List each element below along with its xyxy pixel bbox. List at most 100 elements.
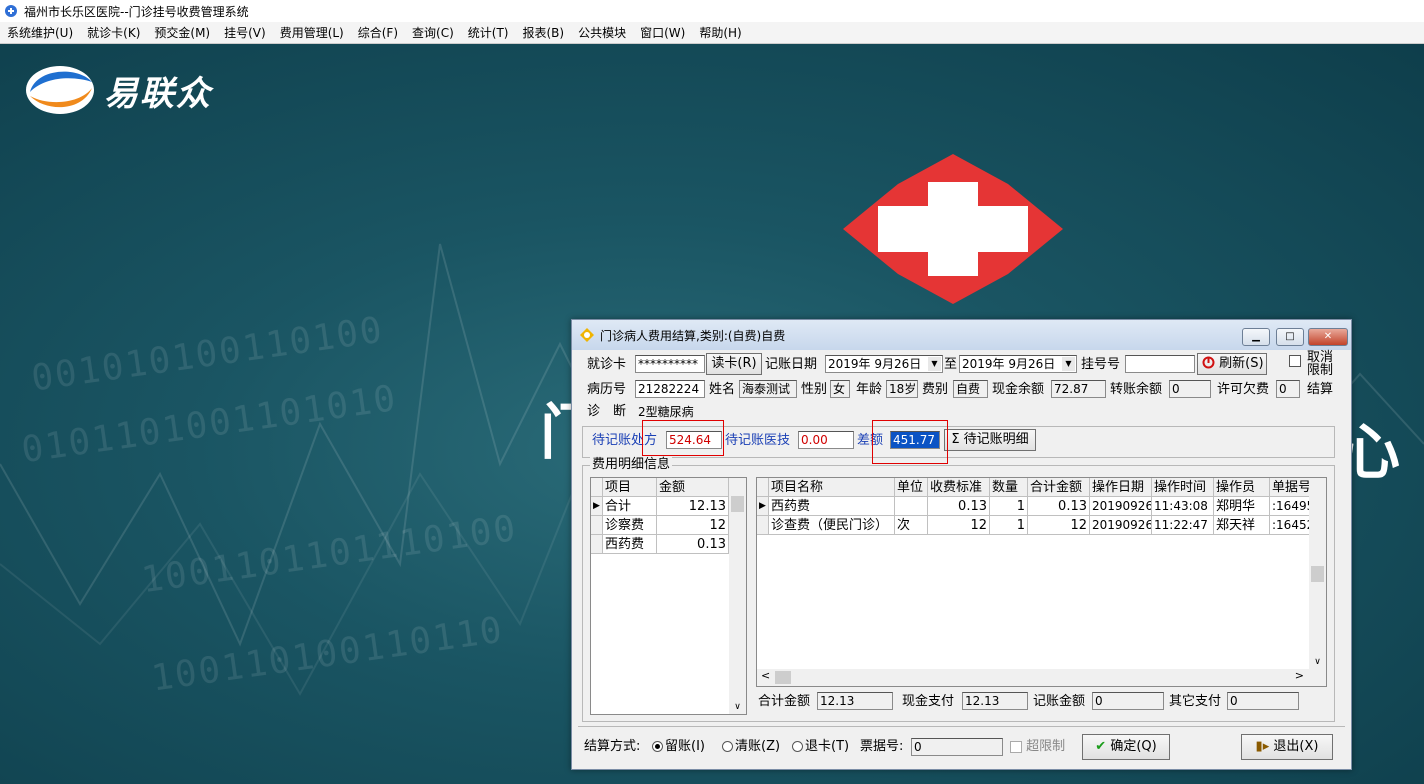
allow-owe-field: 0 [1276,380,1300,398]
chevron-down-icon[interactable]: ∨ [729,702,746,712]
cash-pay-field: 12.13 [962,692,1028,710]
menu-register[interactable]: 挂号(V) [217,24,273,41]
checkbox-icon [1010,740,1022,753]
vertical-scrollbar[interactable]: ∨ [729,478,746,714]
date-from-picker[interactable]: 2019年 9月26日 ▼ [825,355,943,373]
chevron-down-icon[interactable]: ▼ [1062,357,1075,371]
table-row[interactable]: ▶ 合计 12.13 [591,497,746,516]
menu-public[interactable]: 公共模块 [571,24,633,41]
menu-system[interactable]: 系统维护(U) [0,24,80,41]
record-no-input[interactable]: 21282224 [635,380,705,398]
dialog-icon [580,328,594,342]
chevron-down-icon[interactable]: ∨ [1309,657,1326,667]
table-cell: 11:43:08 [1152,497,1214,516]
ok-button[interactable]: ✔ 确定(Q) [1082,734,1170,760]
row-indicator [591,516,603,535]
table-cell: :16495 [1270,497,1310,516]
record-no-label: 病历号 [587,382,627,397]
date-to-value: 2019年 9月26日 [962,357,1056,371]
column-header: 单位 [895,478,928,497]
over-limit-checkbox[interactable]: 超限制 [1010,738,1065,756]
account-amount-label: 记账金额 [1033,694,1086,709]
menu-card[interactable]: 就诊卡(K) [80,24,147,41]
column-header: 金额 [657,478,729,497]
name-label: 姓名 [709,382,736,397]
refresh-button[interactable]: 刷新(S) [1197,353,1267,375]
radio-off-icon [792,741,803,752]
ok-label: 确定(Q) [1110,739,1157,754]
menu-fee[interactable]: 费用管理(L) [273,24,351,41]
window-title: 福州市长乐区医院--门诊挂号收费管理系统 [24,4,249,19]
close-icon[interactable]: ✕ [1308,328,1348,346]
date-to-picker[interactable]: 2019年 9月26日 ▼ [959,355,1077,373]
column-header: 项目 [603,478,657,497]
pending-detail-label: 待记账明细 [963,432,1029,447]
column-header: 单据号 [1270,478,1310,497]
mode-keep-radio[interactable]: 留账(I) [652,738,705,756]
window-titlebar: 福州市长乐区医院--门诊挂号收费管理系统 [0,0,1424,22]
cancel-limit-checkbox[interactable] [1289,355,1301,367]
allow-owe-label: 许可欠费 [1217,382,1270,397]
chevron-left-icon[interactable]: < [761,669,770,682]
exit-button[interactable]: ▮▸ 退出(X) [1241,734,1333,760]
vertical-scrollbar[interactable]: ∨ [1309,478,1326,669]
table-cell: 西药费 [603,535,657,554]
table-row[interactable]: 西药费 0.13 [591,535,746,554]
read-card-button[interactable]: 读卡(R) [706,353,762,375]
menu-deposit[interactable]: 预交金(M) [147,24,217,41]
table-cell: 0.13 [928,497,990,516]
current-row-icon: ▶ [757,497,769,516]
table-row[interactable]: 诊察费 12 [591,516,746,535]
refresh-icon [1202,356,1215,369]
mode-return-label: 退卡(T) [805,739,850,754]
horizontal-scrollbar[interactable]: < > [757,669,1326,686]
radio-off-icon [722,741,733,752]
minimize-icon[interactable]: ▁ [1242,328,1270,346]
table-cell: 次 [895,516,928,535]
dialog-titlebar: 门诊病人费用结算,类别:(自费)自费 ▁ □ ✕ [572,320,1351,350]
cancel-limit-label: 取消限制 [1307,350,1334,378]
chevron-right-icon[interactable]: > [1295,669,1304,682]
fee-detail-table: 项目名称 单位 收费标准 数量 合计金额 操作日期 操作时间 操作员 单据号 ▶… [756,477,1327,687]
settle-mode-label: 结算方式: [584,739,641,754]
table-cell: 11:22:47 [1152,516,1214,535]
table-cell: 西药费 [769,497,895,516]
menu-general[interactable]: 综合(F) [351,24,405,41]
date-label: 记账日期 [765,357,818,372]
maximize-icon[interactable]: □ [1276,328,1304,346]
menu-help[interactable]: 帮助(H) [692,24,748,41]
menu-query[interactable]: 查询(C) [405,24,461,41]
column-header: 数量 [990,478,1028,497]
column-header: 操作员 [1214,478,1270,497]
divider [578,726,1345,727]
menu-bar: 系统维护(U) 就诊卡(K) 预交金(M) 挂号(V) 费用管理(L) 综合(F… [0,22,1424,44]
diagnosis-field: 2型糖尿病 [635,403,1263,421]
scroll-thumb[interactable] [731,496,744,512]
card-input[interactable]: ********** [635,355,705,373]
table-cell [895,497,928,516]
gender-field: 女 [830,380,850,398]
pending-tech-field: 0.00 [798,431,854,449]
table-row[interactable]: 诊查费（便民门诊） 次 12 1 12 20190926 11:22:47 郑天… [757,516,1326,535]
chevron-down-icon[interactable]: ▼ [928,357,941,371]
mode-return-radio[interactable]: 退卡(T) [792,738,849,756]
pending-detail-button[interactable]: Σ 待记账明细 [944,429,1036,451]
table-cell: 20190926 [1090,497,1152,516]
scroll-thumb[interactable] [775,671,791,684]
column-header: 项目名称 [769,478,895,497]
table-row[interactable]: ▶ 西药费 0.13 1 0.13 20190926 11:43:08 郑明华 … [757,497,1326,516]
menu-report[interactable]: 报表(B) [515,24,571,41]
menu-stats[interactable]: 统计(T) [461,24,516,41]
receipt-no-label: 票据号: [860,739,904,754]
age-label: 年龄 [856,382,883,397]
settle-label: 结算 [1307,382,1334,397]
reg-no-input[interactable] [1125,355,1195,373]
mode-clear-radio[interactable]: 清账(Z) [722,738,780,756]
table-cell: 12.13 [657,497,729,516]
highlight-box [642,420,724,456]
row-indicator [591,535,603,554]
menu-window[interactable]: 窗口(W) [633,24,692,41]
scroll-thumb[interactable] [1311,566,1324,582]
red-cross-icon [843,154,1063,304]
app-icon [5,5,17,17]
